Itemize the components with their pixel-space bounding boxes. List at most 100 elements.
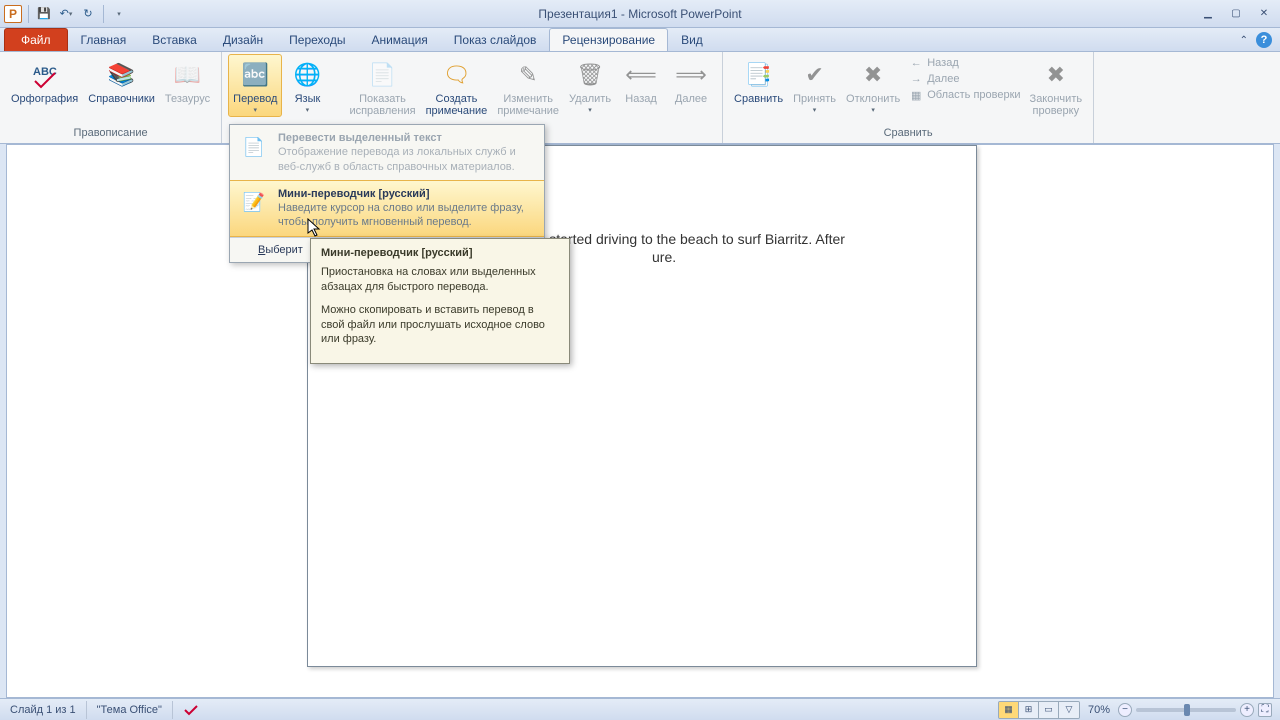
label: Перевод (233, 93, 277, 105)
window-title: Презентация1 - Microsoft PowerPoint (538, 7, 741, 21)
zoom-thumb[interactable] (1184, 704, 1190, 716)
compare-nav: ←Назад →Далее ▦Область проверки (905, 54, 1024, 104)
edit-area: est vacations. I started driving to the … (6, 144, 1274, 698)
thesaurus-button[interactable]: 📖 Тезаурус (160, 54, 215, 108)
spellcheck-status[interactable] (173, 701, 209, 719)
chevron-down-icon: ▾ (306, 106, 310, 114)
label: Закончить проверку (1030, 93, 1083, 117)
qat-customize-icon[interactable]: ▾ (110, 5, 128, 23)
save-icon[interactable]: 💾 (35, 5, 53, 23)
group-label: Сравнить (729, 127, 1087, 141)
tooltip: Мини-переводчик [русский] Приостановка н… (310, 238, 570, 364)
delete-comment-button[interactable]: 🗑 Удалить ▾ (564, 54, 616, 117)
help-icon[interactable]: ? (1256, 32, 1272, 48)
reject-icon: ✖ (857, 59, 889, 91)
translate-selected-item[interactable]: 📄 Перевести выделенный текст Отображение… (230, 125, 544, 180)
prev-comment-button[interactable]: ⟸ Назад (616, 54, 666, 108)
label: Тезаурус (165, 93, 210, 105)
reject-button[interactable]: ✖ Отклонить ▾ (841, 54, 905, 117)
tab-slideshow[interactable]: Показ слайдов (441, 28, 550, 51)
normal-view-button[interactable]: ▦ (999, 702, 1019, 718)
pane-icon: ▦ (909, 88, 923, 102)
accept-icon: ✔ (799, 59, 831, 91)
language-icon: 🌐 (291, 59, 323, 91)
app-icon[interactable]: P (4, 5, 22, 23)
tab-review[interactable]: Рецензирование (549, 28, 668, 51)
compare-button[interactable]: 📑 Сравнить (729, 54, 788, 108)
label: Отклонить (846, 93, 900, 105)
show-markup-button[interactable]: 📄 Показать исправления (344, 54, 420, 120)
label: Принять (793, 93, 836, 105)
tab-view[interactable]: Вид (668, 28, 716, 51)
end-review-button[interactable]: ✖ Закончить проверку (1025, 54, 1088, 120)
new-comment-icon: 🗨 (440, 59, 472, 91)
item-title: Мини-переводчик [русский] (278, 187, 536, 201)
label: Сравнить (734, 93, 783, 105)
accept-button[interactable]: ✔ Принять ▾ (788, 54, 841, 117)
label: Орфография (11, 93, 78, 105)
edit-comment-icon: ✎ (512, 59, 544, 91)
new-comment-button[interactable]: 🗨 Создать примечание (421, 54, 493, 120)
group-label: Правописание (6, 127, 215, 141)
spelling-button[interactable]: ABC Орфография (6, 54, 83, 108)
undo-icon[interactable]: ↶▾ (57, 5, 75, 23)
next-icon: ⟹ (675, 59, 707, 91)
label: Изменить примечание (497, 93, 559, 117)
quick-access-toolbar: P 💾 ↶▾ ↻ ▾ (0, 4, 128, 23)
view-buttons: ▦ ⊞ ▭ ▽ (998, 701, 1080, 719)
label: Создать примечание (426, 93, 488, 117)
maximize-button[interactable]: ▢ (1228, 7, 1244, 21)
label: Справочники (88, 93, 155, 105)
fit-window-button[interactable]: ⛶ (1258, 703, 1272, 717)
translate-button[interactable]: 🔤 Перевод ▾ (228, 54, 282, 117)
redo-icon[interactable]: ↻ (79, 5, 97, 23)
svg-text:ABC: ABC (33, 66, 57, 78)
zoom-level[interactable]: 70% (1088, 704, 1110, 716)
ribbon: ABC Орфография 📚 Справочники 📖 Тезаурус … (0, 52, 1280, 144)
label: Язык (295, 93, 321, 105)
mini-translate-icon: 📝 (238, 187, 270, 219)
tooltip-p1: Приостановка на словах или выделенных аб… (321, 265, 559, 295)
back-icon: ← (909, 56, 923, 70)
slide-count[interactable]: Слайд 1 из 1 (0, 701, 87, 719)
tab-home[interactable]: Главная (68, 28, 140, 51)
status-bar: Слайд 1 из 1 "Тема Office" ▦ ⊞ ▭ ▽ 70% −… (0, 698, 1280, 720)
label: Далее (675, 93, 707, 105)
label: Показать исправления (349, 93, 415, 117)
item-title: Перевести выделенный текст (278, 131, 536, 145)
zoom-in-button[interactable]: + (1240, 703, 1254, 717)
edit-comment-button[interactable]: ✎ Изменить примечание (492, 54, 564, 120)
tooltip-p2: Можно скопировать и вставить перевод в с… (321, 303, 559, 348)
compare-fwd-button[interactable]: →Далее (909, 72, 1020, 86)
tab-animations[interactable]: Анимация (358, 28, 440, 51)
group-compare: 📑 Сравнить ✔ Принять ▾ ✖ Отклонить ▾ ←На… (723, 52, 1094, 143)
theme-name[interactable]: "Тема Office" (87, 701, 173, 719)
compare-back-button[interactable]: ←Назад (909, 56, 1020, 70)
next-comment-button[interactable]: ⟹ Далее (666, 54, 716, 108)
compare-icon: 📑 (743, 59, 775, 91)
tab-file[interactable]: Файл (4, 28, 68, 51)
tab-transitions[interactable]: Переходы (276, 28, 358, 51)
markup-icon: 📄 (367, 59, 399, 91)
end-review-icon: ✖ (1040, 59, 1072, 91)
fwd-icon: → (909, 72, 923, 86)
sorter-view-button[interactable]: ⊞ (1019, 702, 1039, 718)
reading-view-button[interactable]: ▭ (1039, 702, 1059, 718)
ribbon-collapse-icon[interactable]: ⌃ (1240, 35, 1248, 46)
zoom-slider[interactable] (1136, 708, 1236, 712)
chevron-down-icon: ▾ (254, 106, 258, 114)
item-desc: Отображение перевода из локальных служб … (278, 145, 536, 174)
research-button[interactable]: 📚 Справочники (83, 54, 160, 108)
prev-icon: ⟸ (625, 59, 657, 91)
review-pane-button[interactable]: ▦Область проверки (909, 88, 1020, 102)
tab-insert[interactable]: Вставка (139, 28, 210, 51)
minimize-button[interactable]: ▁ (1200, 7, 1216, 21)
group-proofing: ABC Орфография 📚 Справочники 📖 Тезаурус … (0, 52, 222, 143)
slideshow-view-button[interactable]: ▽ (1059, 702, 1079, 718)
mini-translator-item[interactable]: 📝 Мини-переводчик [русский] Наведите кур… (230, 180, 544, 237)
translate-icon: 🔤 (239, 59, 271, 91)
tab-design[interactable]: Дизайн (210, 28, 276, 51)
zoom-out-button[interactable]: − (1118, 703, 1132, 717)
language-button[interactable]: 🌐 Язык ▾ (282, 54, 332, 117)
close-button[interactable]: ✕ (1256, 7, 1272, 21)
